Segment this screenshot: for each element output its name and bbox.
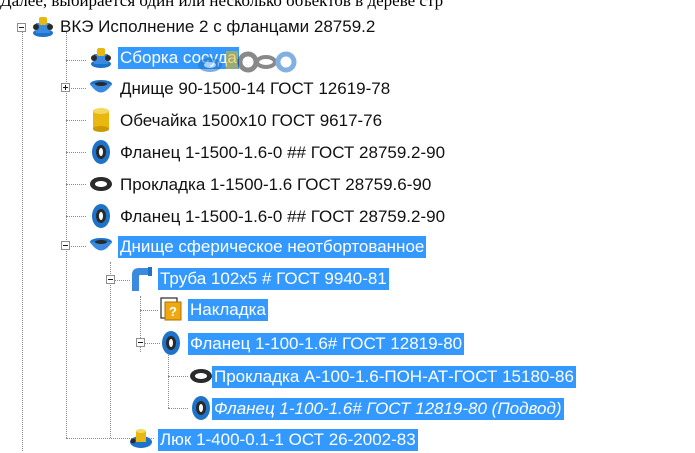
tree-node-label: Прокладка А-100-1.6-ПОН-АТ-ГОСТ 15180-86 <box>212 366 576 388</box>
tree-line <box>66 32 67 438</box>
tree-node-gasket[interactable]: Прокладка 1-1500-1.6 ГОСТ 28759.6-90 <box>88 171 548 198</box>
collapse-toggle[interactable] <box>136 338 145 347</box>
flange-icon <box>92 140 110 164</box>
tree-node-label: Фланец 1-100-1.6# ГОСТ 12819-80 (Подвод) <box>212 398 564 420</box>
tree-line <box>66 216 86 217</box>
tree-node-label: ВКЭ Исполнение 2 с фланцами 28759.2 <box>60 17 376 36</box>
tree-line <box>140 310 158 311</box>
assembly-icon <box>91 48 111 68</box>
tree-node-flange[interactable]: Фланец 1-100-1.6# ГОСТ 12819-80 (Подвод) <box>188 395 693 422</box>
tree-line <box>168 376 188 377</box>
expand-toggle[interactable] <box>61 83 70 92</box>
tree-node-label: Накладка <box>188 299 268 321</box>
collapse-toggle[interactable] <box>17 23 26 32</box>
shell-icon <box>93 108 109 132</box>
gasket-icon <box>190 369 212 383</box>
tree-node-label: Фланец 1-100-1.6# ГОСТ 12819-80 <box>188 333 465 355</box>
drag-preview-icons <box>198 51 297 73</box>
tree-line <box>168 352 169 408</box>
tree-line <box>66 184 86 185</box>
flange-icon <box>162 331 180 355</box>
tree-node-label: Люк 1-400-0.1-1 ОСТ 26-2002-83 <box>158 429 418 451</box>
hatch-icon <box>130 429 152 448</box>
tree-line <box>22 32 23 451</box>
tree-node-flange[interactable]: Фланец 1-1500-1.6-0 ## ГОСТ 28759.2-90 <box>88 139 548 166</box>
svg-text:?: ? <box>169 304 177 319</box>
tree-node-label: Фланец 1-1500-1.6-0 ## ГОСТ 28759.2-90 <box>120 143 446 162</box>
tree-node-gasket[interactable]: Прокладка А-100-1.6-ПОН-АТ-ГОСТ 15180-86 <box>188 363 693 390</box>
tree-root-node[interactable]: ВКЭ Исполнение 2 с фланцами 28759.2 <box>30 13 510 40</box>
flange-icon <box>92 204 110 228</box>
tree-line <box>71 246 86 247</box>
tree-node-label: Днище 90-1500-14 ГОСТ 12619-78 <box>120 79 391 98</box>
tree-line <box>66 60 86 61</box>
tree-node-pipe[interactable]: Труба 102х5 # ГОСТ 9940-81 <box>128 265 488 292</box>
assembly-icon <box>33 17 53 37</box>
tree-node-pad[interactable]: ? Накладка <box>158 296 358 323</box>
tree-node-flange[interactable]: Фланец 1-100-1.6# ГОСТ 12819-80 <box>158 330 578 357</box>
tree-node-hatch[interactable]: Люк 1-400-0.1-1 ОСТ 26-2002-83 <box>128 426 528 453</box>
head-icon <box>90 80 112 93</box>
tree-node-shell[interactable]: Обечайка 1500х10 ГОСТ 9617-76 <box>88 107 488 134</box>
tree-node-label: Обечайка 1500х10 ГОСТ 9617-76 <box>120 111 383 130</box>
tree-line <box>66 120 86 121</box>
tree-line <box>66 152 86 153</box>
tree-node-label: Прокладка 1-1500-1.6 ГОСТ 28759.6-90 <box>120 175 432 194</box>
head-icon <box>90 238 112 251</box>
tree-line <box>110 262 111 438</box>
tree-node-label: Труба 102х5 # ГОСТ 9940-81 <box>158 268 389 290</box>
collapse-toggle[interactable] <box>106 275 115 284</box>
tree-node-spherical-head[interactable]: Днище сферическое неотбортованное <box>88 233 548 260</box>
tree-line <box>168 408 188 409</box>
pipe-icon <box>132 267 152 291</box>
unknown-part-icon: ? <box>160 297 182 321</box>
flange-icon <box>192 396 210 420</box>
collapse-toggle[interactable] <box>61 241 70 250</box>
tree-node-label: Днище сферическое неотбортованное <box>118 236 427 258</box>
tree-node-flange[interactable]: Фланец 1-1500-1.6-0 ## ГОСТ 28759.2-90 <box>88 203 548 230</box>
tree-node-head[interactable]: Днище 90-1500-14 ГОСТ 12619-78 <box>88 75 508 102</box>
gasket-icon <box>90 177 112 191</box>
tree-node-label: Фланец 1-1500-1.6-0 ## ГОСТ 28759.2-90 <box>120 207 446 226</box>
project-tree[interactable]: ВКЭ Исполнение 2 с фланцами 28759.2 Сбор… <box>0 0 695 451</box>
tree-line <box>71 88 86 89</box>
